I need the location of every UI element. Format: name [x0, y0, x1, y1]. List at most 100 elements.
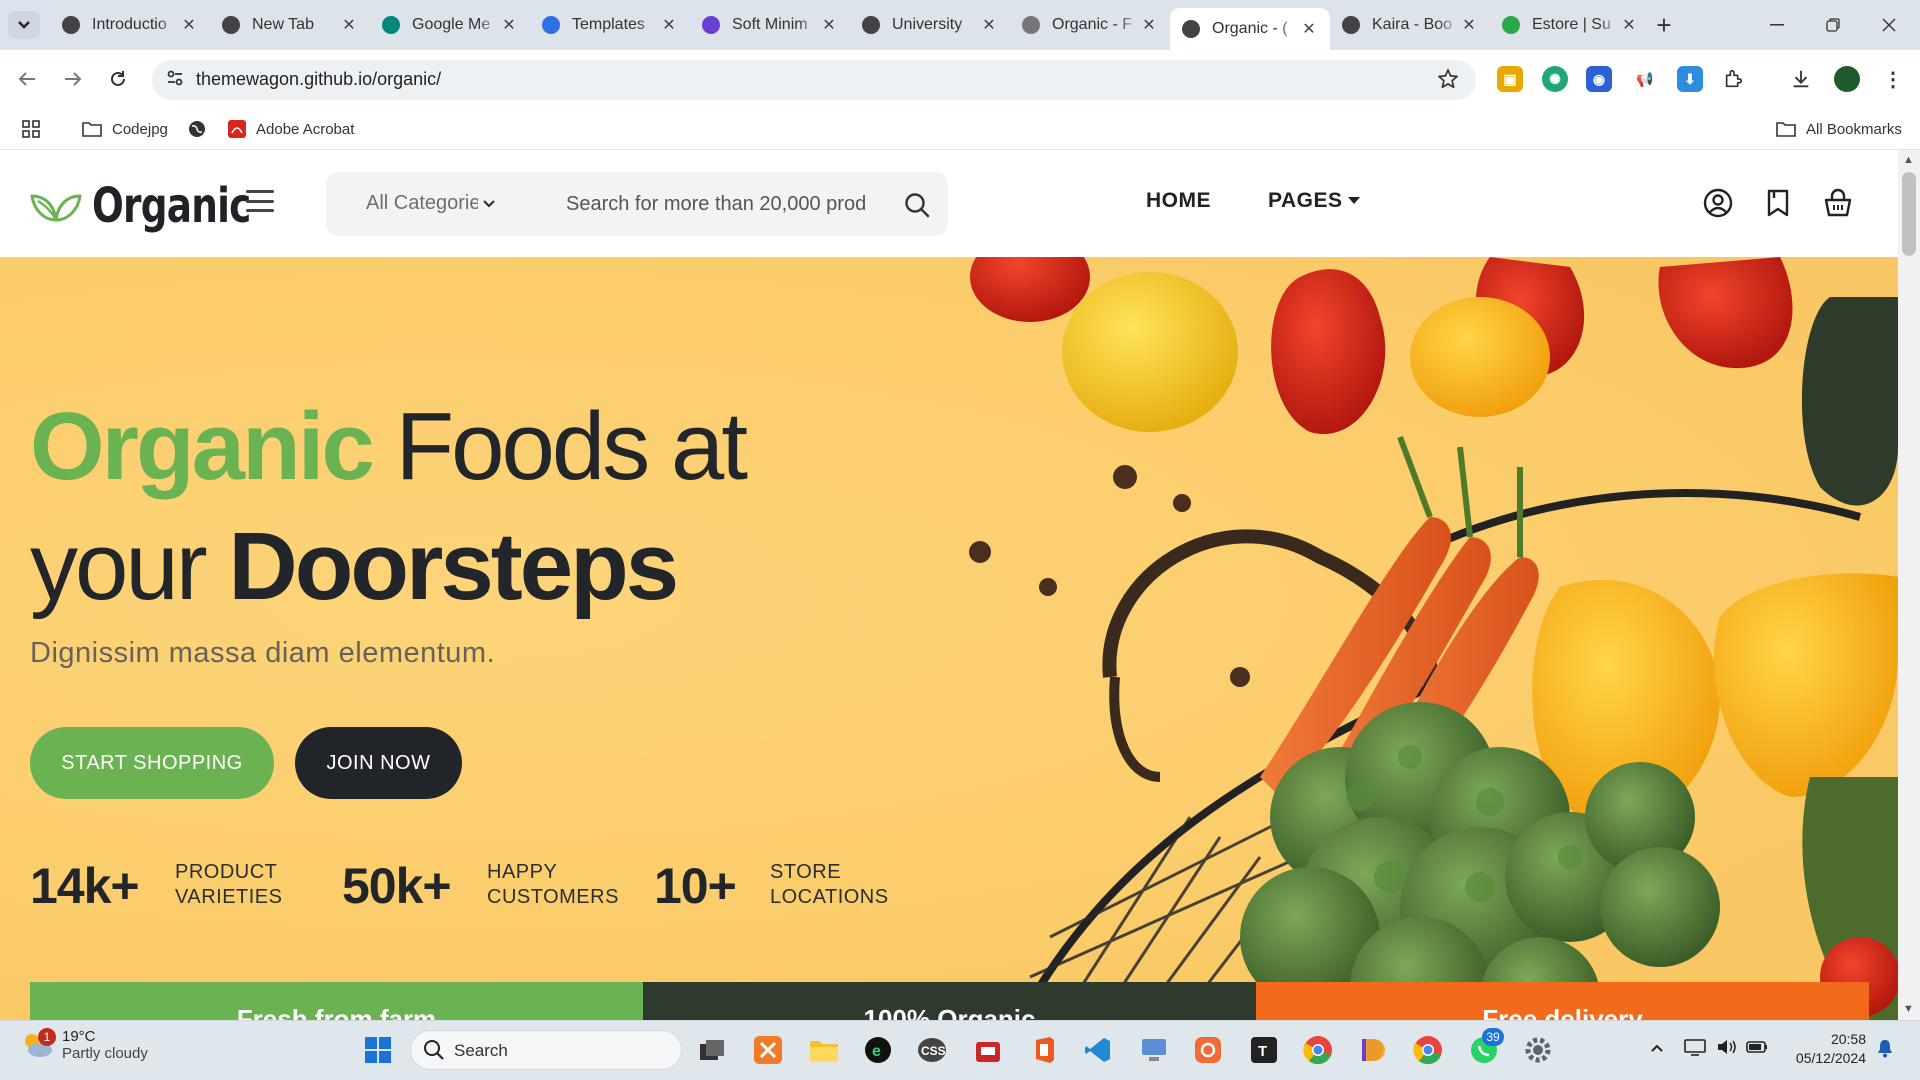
browser-tab[interactable]: Templates ✕	[530, 8, 690, 42]
join-now-button[interactable]: JOIN NOW	[295, 727, 462, 799]
tab-close-icon[interactable]: ✕	[660, 15, 678, 35]
restore-button[interactable]	[1810, 10, 1856, 40]
extension-megaphone-icon[interactable]: 📢	[1632, 66, 1658, 92]
extensions-puzzle-icon[interactable]	[1721, 66, 1747, 92]
browser-tab[interactable]: Organic - ( ✕	[1170, 8, 1330, 50]
taskbar-search[interactable]	[410, 1030, 682, 1070]
folder-icon	[82, 121, 102, 137]
tab-close-icon[interactable]: ✕	[1300, 19, 1318, 39]
browser-tab[interactable]: New Tab ✕	[210, 8, 370, 42]
stat-number: 50k+	[342, 858, 452, 914]
scrollbar-thumb[interactable]	[1902, 172, 1916, 256]
system-clock[interactable]: 20:58 05/12/2024	[1788, 1030, 1866, 1068]
browser-tab[interactable]: Google Me ✕	[370, 8, 530, 42]
battery-icon[interactable]	[1746, 1038, 1768, 1060]
vscode-icon[interactable]	[1082, 1034, 1114, 1066]
hero-title: Organic Foods at your Doorsteps	[30, 387, 748, 627]
tray-chevron-up-icon[interactable]	[1650, 1040, 1664, 1057]
tab-close-icon[interactable]: ✕	[1140, 15, 1158, 35]
settings-gear-icon[interactable]	[1522, 1034, 1554, 1066]
arrow-right-icon	[65, 72, 82, 86]
evernote-app-icon[interactable]: e	[862, 1034, 894, 1066]
extension-camera-icon[interactable]: ◉	[1586, 66, 1612, 92]
clock-time: 20:58	[1830, 1031, 1866, 1047]
nav-pages[interactable]: PAGES	[1268, 189, 1361, 213]
browser-tab[interactable]: Kaira - Boo ✕	[1330, 8, 1490, 42]
minimize-button[interactable]	[1754, 10, 1800, 40]
tab-close-icon[interactable]: ✕	[340, 15, 358, 35]
chrome-profile-app-icon[interactable]	[1412, 1034, 1444, 1066]
instagram-app-icon[interactable]	[1192, 1034, 1224, 1066]
scroll-up-icon[interactable]: ▲	[1903, 154, 1914, 166]
shopping-basket-icon[interactable]	[1822, 187, 1854, 219]
shield-icon	[702, 16, 720, 34]
tab-close-icon[interactable]: ✕	[1460, 15, 1478, 35]
browser-tab[interactable]: Introductio ✕	[50, 8, 210, 42]
notification-bell-icon[interactable]	[1876, 1038, 1894, 1062]
windows-start-icon[interactable]	[362, 1034, 394, 1066]
tab-title: Organic - (	[1212, 20, 1288, 37]
tab-close-icon[interactable]: ✕	[500, 15, 518, 35]
tab-close-icon[interactable]: ✕	[820, 15, 838, 35]
extension-chatgpt-icon[interactable]: ✺	[1542, 66, 1568, 92]
nav-home[interactable]: HOME	[1146, 189, 1211, 213]
extension-wallet-icon[interactable]: ▣	[1497, 66, 1523, 92]
tab-title: University	[892, 16, 963, 33]
all-bookmarks[interactable]: All Bookmarks	[1776, 116, 1902, 142]
hamburger-menu-icon[interactable]	[246, 190, 274, 212]
start-shopping-button[interactable]: START SHOPPING	[30, 727, 274, 799]
xampp-icon[interactable]	[752, 1034, 784, 1066]
bookmark-codejpg[interactable]: Codejpg	[82, 116, 168, 142]
forward-button[interactable]	[58, 64, 88, 94]
bookmark-star-icon[interactable]	[1437, 68, 1459, 95]
tab-search-button[interactable]	[8, 11, 40, 39]
chrome-app-icon[interactable]	[1302, 1034, 1334, 1066]
file-explorer-icon[interactable]	[808, 1034, 840, 1066]
estore-icon	[1502, 16, 1520, 34]
hero-title-rest: Foods at	[371, 393, 748, 500]
more-menu-icon[interactable]: ⋮	[1880, 66, 1906, 92]
tab-close-icon[interactable]: ✕	[980, 15, 998, 35]
volume-icon[interactable]	[1716, 1038, 1738, 1060]
browser-tab[interactable]: Organic - F ✕	[1010, 8, 1170, 42]
search-icon[interactable]	[904, 192, 930, 223]
browser-tab[interactable]: University ✕	[850, 8, 1010, 42]
wishlist-bookmark-icon[interactable]	[1762, 187, 1794, 219]
search-input[interactable]	[566, 186, 866, 222]
tab-title: New Tab	[252, 16, 314, 33]
bookmark-globe[interactable]	[188, 116, 216, 142]
hero-subtitle: Dignissim massa diam elementum.	[30, 637, 496, 669]
css-app-icon[interactable]: CSS	[916, 1034, 948, 1066]
reload-button[interactable]	[103, 64, 133, 94]
remote-desktop-icon[interactable]	[1138, 1034, 1170, 1066]
site-info-icon[interactable]	[165, 68, 185, 93]
apps-grid-icon[interactable]	[22, 116, 40, 142]
directory-app-icon[interactable]	[1356, 1034, 1388, 1066]
browser-tab[interactable]: Estore | Su ✕	[1490, 8, 1650, 42]
stat-label-line: LOCATIONS	[770, 886, 889, 908]
tab-title: Introductio	[92, 16, 167, 33]
page-scrollbar[interactable]	[1898, 150, 1920, 1020]
back-button[interactable]	[12, 64, 42, 94]
network-icon[interactable]	[1684, 1038, 1706, 1060]
weather-temp: 19°C	[62, 1028, 96, 1045]
downloads-icon[interactable]	[1788, 66, 1814, 92]
close-window-button[interactable]	[1866, 10, 1912, 40]
stat-label-line: STORE	[770, 861, 842, 883]
extension-download-icon[interactable]: ⬇	[1677, 66, 1703, 92]
bookmark-adobe-acrobat[interactable]: Adobe Acrobat	[228, 116, 354, 142]
typora-app-icon[interactable]: T	[1248, 1034, 1280, 1066]
office-app-icon[interactable]	[1028, 1034, 1060, 1066]
user-account-icon[interactable]	[1702, 187, 1734, 219]
taskbar-search-label: Search	[454, 1041, 508, 1060]
mail-app-icon[interactable]	[972, 1034, 1004, 1066]
tab-close-icon[interactable]: ✕	[1620, 15, 1638, 35]
scroll-down-icon[interactable]: ▼	[1903, 1003, 1914, 1015]
browser-tab[interactable]: Soft Minim ✕	[690, 8, 850, 42]
task-view-icon[interactable]	[696, 1034, 728, 1066]
new-tab-button[interactable]: +	[1650, 12, 1678, 40]
url-text[interactable]: themewagon.github.io/organic/	[196, 69, 441, 90]
tab-close-icon[interactable]: ✕	[180, 15, 198, 35]
profile-avatar-icon[interactable]	[1834, 66, 1860, 92]
category-select[interactable]: All Categories	[366, 192, 506, 215]
